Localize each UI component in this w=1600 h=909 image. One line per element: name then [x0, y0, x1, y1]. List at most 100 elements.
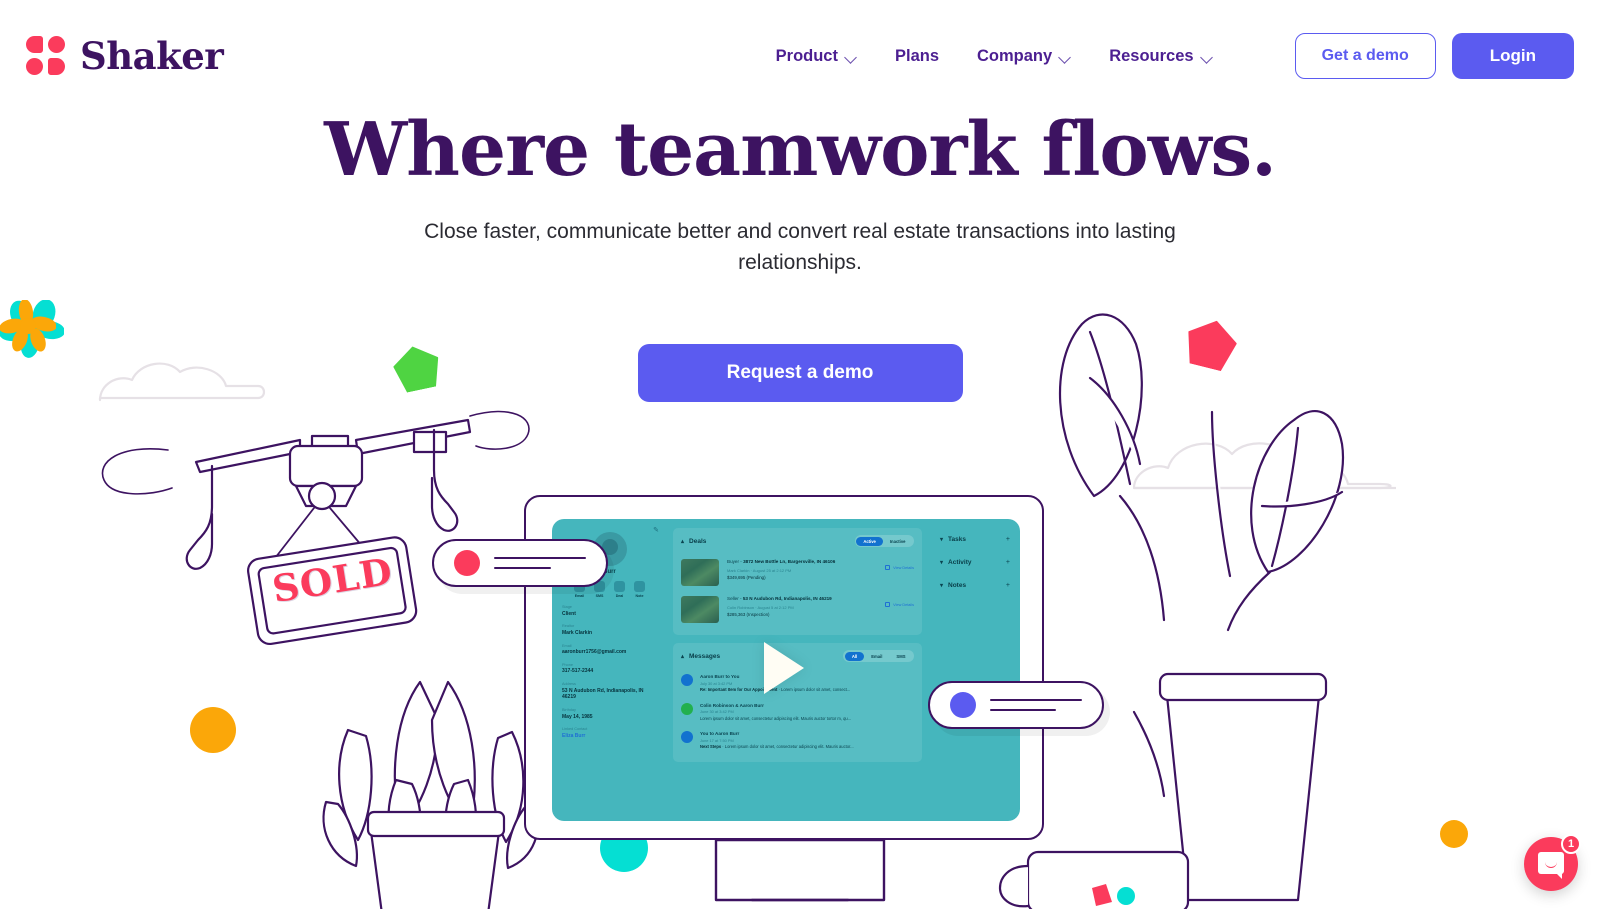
view-details-link[interactable]: View Details	[885, 596, 914, 607]
field-birthday: Birthday May 14, 1985	[562, 708, 657, 720]
filter-sms[interactable]: SMS	[889, 652, 912, 661]
action-label: Note	[635, 594, 644, 598]
chevron-down-icon	[846, 53, 857, 60]
panel-label: Activity	[948, 559, 972, 566]
notification-dot-icon	[950, 692, 976, 718]
field-value[interactable]: Eliza Burr	[562, 733, 657, 740]
field-label: Email	[562, 643, 572, 648]
deal-price: $285,363 (Inspection)	[727, 611, 770, 617]
filter-email[interactable]: Email	[864, 652, 889, 661]
login-button[interactable]: Login	[1451, 33, 1574, 79]
deal-subtitle: Mark Clarkin · August 25 at 2:12 PM	[727, 567, 792, 573]
message-snippet: · Lorem ipsum dolor sit amet, consectetu…	[721, 744, 854, 750]
view-details-label: View Details	[893, 565, 914, 570]
header-actions: Get a demo Login	[1294, 33, 1574, 79]
hero-subhead: Close faster, communicate better and con…	[424, 219, 1176, 274]
decor-orange-dot-small	[1440, 820, 1468, 848]
nav-item-resources[interactable]: Resources	[1109, 47, 1212, 66]
brand-logo[interactable]: Shaker	[26, 36, 224, 76]
deal-row[interactable]: Seller - 53 N Audubon Rd, Indianapolis, …	[681, 591, 914, 628]
panel-notes[interactable]: ▾ Notes +	[938, 574, 1012, 597]
sms-icon	[681, 702, 693, 715]
deal-subtitle: Colin Robinson · August 5 at 2:12 PM	[727, 604, 794, 610]
nav-label-resources: Resources	[1109, 46, 1194, 65]
panel-tasks[interactable]: ▾ Tasks +	[938, 528, 1012, 551]
deal-title: Seller - 53 N Audubon Rd, Indianapolis, …	[727, 596, 877, 603]
deal-row[interactable]: Buyer - 3872 New Bottle Ln, Bargersville…	[681, 554, 914, 591]
panel-activity[interactable]: ▾ Activity +	[938, 551, 1012, 574]
panel-activity-label-group: ▾ Activity	[940, 559, 972, 566]
deals-card: ▴ Deals Active Inactive Buyer - 3872 New…	[673, 528, 922, 635]
nav-label-plans: Plans	[894, 46, 940, 65]
message-body: Colin Robinson & Aaron Burr June 30 at 3…	[700, 703, 851, 722]
site-header: Shaker Product Plans Company Resources G…	[0, 0, 1600, 112]
add-icon[interactable]: +	[1006, 536, 1010, 543]
hero-cta-wrap: Request a demo	[0, 343, 1600, 402]
field-label: Stage	[562, 605, 572, 609]
nav-item-company[interactable]: Company	[977, 47, 1071, 66]
deal-icon	[614, 581, 625, 592]
field-value: aaronburr1756@gmail.com	[562, 649, 627, 655]
notification-card-blue	[928, 681, 1104, 729]
messages-filter-toggle[interactable]: All Email SMS	[843, 650, 914, 662]
field-value: Client	[562, 610, 576, 617]
message-row[interactable]: Colin Robinson & Aaron Burr June 30 at 3…	[681, 698, 914, 727]
action-deal[interactable]: Deal	[614, 581, 625, 598]
play-icon[interactable]	[764, 641, 804, 694]
shaker-logo-icon	[26, 36, 66, 76]
message-date: June 17 at 7:50 PM	[700, 737, 734, 743]
filter-all[interactable]: All	[844, 651, 865, 661]
main-nav: Product Plans Company Resources Get a de…	[776, 33, 1600, 79]
field-label: Phone	[562, 662, 573, 667]
message-header: You to Aaron Burr	[700, 731, 740, 737]
notification-card-pink	[432, 539, 608, 587]
action-note[interactable]: Note	[634, 581, 645, 598]
panel-label: Notes	[948, 582, 967, 589]
field-value: 53 N Audubon Rd, Indianapolis, IN 46219	[562, 687, 644, 701]
view-details-link[interactable]: View Details	[885, 559, 914, 570]
field-value: 317-517-2344	[562, 668, 594, 675]
email-icon	[681, 674, 693, 686]
chevron-down-icon: ▾	[940, 560, 944, 566]
chat-unread-badge: 1	[1561, 834, 1581, 854]
edit-icon[interactable]: ✎	[653, 526, 659, 534]
message-date: June 30 at 3:42 PM	[700, 709, 734, 715]
external-link-icon	[885, 602, 891, 607]
message-row[interactable]: You to Aaron Burr June 17 at 7:50 PM Nex…	[681, 726, 914, 755]
note-icon	[634, 581, 645, 592]
field-email: Email aaronburr1756@gmail.com	[562, 644, 657, 656]
chevron-up-icon: ▴	[681, 538, 685, 545]
filter-active[interactable]: Active	[856, 536, 883, 546]
page-title: Where teamwork flows.	[324, 107, 1277, 193]
field-label: Address	[562, 682, 576, 686]
filter-inactive[interactable]: Inactive	[883, 537, 913, 546]
decor-orange-dot	[190, 707, 236, 753]
messages-title-group[interactable]: ▴ Messages	[681, 653, 720, 660]
chevron-down-icon	[1202, 53, 1213, 60]
nav-label-company: Company	[977, 46, 1053, 65]
get-a-demo-button[interactable]: Get a demo	[1294, 33, 1436, 79]
deal-address: 53 N Audubon Rd, Indianapolis, IN 46219	[742, 596, 832, 601]
action-label: SMS	[595, 594, 604, 598]
nav-item-plans[interactable]: Plans	[895, 47, 939, 66]
deal-price: $349,695 (Pending)	[727, 574, 766, 580]
field-stage: Stage Client	[562, 605, 657, 617]
add-icon[interactable]: +	[1006, 582, 1010, 589]
panel-notes-label-group: ▾ Notes	[940, 582, 966, 589]
deal-address: 3872 New Bottle Ln, Bargersville, IN 461…	[743, 559, 836, 564]
chevron-down-icon: ▾	[940, 583, 944, 589]
field-realtor: Realtor Mark Clarkin	[562, 624, 657, 636]
landing-page: Shaker Product Plans Company Resources G…	[0, 0, 1600, 909]
smile-icon	[1545, 862, 1557, 868]
nav-label-product: Product	[775, 46, 838, 65]
chat-widget-button[interactable]: 1	[1524, 834, 1581, 891]
field-value: May 14, 1985	[562, 713, 593, 720]
deal-body: Buyer - 3872 New Bottle Ln, Bargersville…	[727, 559, 877, 580]
notification-lines	[990, 698, 1082, 712]
request-a-demo-button[interactable]: Request a demo	[637, 343, 963, 402]
nav-item-product[interactable]: Product	[776, 47, 857, 66]
field-address: Address 53 N Audubon Rd, Indianapolis, I…	[562, 682, 657, 701]
deals-title-group[interactable]: ▴ Deals	[681, 538, 706, 545]
add-icon[interactable]: +	[1006, 559, 1010, 566]
deals-filter-toggle[interactable]: Active Inactive	[854, 535, 914, 547]
